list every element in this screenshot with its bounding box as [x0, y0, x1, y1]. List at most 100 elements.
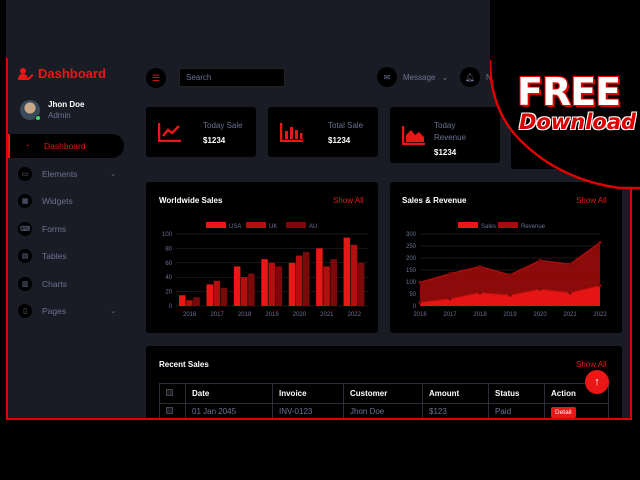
bar: [193, 297, 200, 306]
y-tick-label: 80: [165, 246, 172, 252]
y-tick-label: 100: [162, 232, 173, 238]
tachometer-icon: ◔: [20, 139, 34, 153]
bar: [248, 273, 255, 306]
sales-revenue-chart: Sales Revenue 0 50 100 150 200 250 300 2016 2017 20…: [406, 222, 607, 318]
row-checkbox[interactable]: [159, 403, 186, 420]
online-status-dot: [35, 115, 41, 121]
sidebar-item-elements[interactable]: ▭ Elements ⌄: [8, 162, 124, 186]
chevron-down-icon: ⌄: [110, 170, 116, 178]
data-point: [598, 240, 602, 244]
x-tick-label: 2022: [348, 312, 362, 318]
legend-swatch: [286, 222, 306, 228]
y-tick-label: 100: [406, 280, 417, 286]
bar: [323, 266, 330, 306]
x-tick-label: 2022: [593, 312, 607, 318]
sidebar-item-pages[interactable]: ▯ Pages ⌄: [8, 299, 124, 323]
chart-bar-icon: ▥: [18, 276, 32, 291]
bar: [268, 262, 275, 306]
chevron-down-icon: ⌄: [110, 308, 116, 315]
x-tick-label: 2017: [210, 312, 224, 318]
chevron-down-icon: ⌄: [441, 72, 449, 82]
recent-sales-show-all-link[interactable]: Show All: [576, 360, 607, 369]
detail-button[interactable]: Detail: [551, 407, 576, 418]
x-tick-label: 2018: [238, 312, 252, 318]
bar: [206, 284, 213, 306]
table-icon: ▤: [18, 249, 32, 263]
search-input[interactable]: [179, 68, 285, 87]
table-row: 01 Jan 2045 INV-0123 Jhon Doe $123 Paid …: [159, 403, 609, 420]
bar: [213, 280, 221, 306]
data-point: [418, 300, 422, 304]
bar: [295, 255, 303, 306]
message-dropdown[interactable]: ✉ Message ⌄: [377, 67, 448, 87]
sidebar-nav: ◔ Dashboard ▭ Elements ⌄ ▦ Widgets ⌨ For…: [8, 134, 124, 327]
notification-dropdown[interactable]: 🔔︎ N: [460, 67, 492, 87]
table-cell-status: Paid: [488, 403, 545, 420]
sidebar-item-forms[interactable]: ⌨ Forms: [8, 217, 124, 241]
file-icon: ▯: [18, 304, 32, 318]
bar: [357, 262, 365, 306]
data-point: [598, 284, 602, 288]
data-point: [448, 272, 452, 276]
th-icon: ▦: [18, 194, 32, 208]
select-all-checkbox[interactable]: [159, 383, 186, 404]
avatar: [20, 100, 41, 121]
user-edit-icon: [18, 67, 34, 80]
stat-value: $1234: [328, 136, 351, 145]
data-point: [538, 287, 542, 291]
legend-swatch: [498, 222, 518, 228]
column-header: Customer: [343, 383, 423, 404]
sidebar-item-widgets[interactable]: ▦ Widgets: [8, 189, 124, 213]
x-tick-label: 2020: [293, 312, 307, 318]
y-tick-label: 60: [165, 261, 172, 267]
bar: [261, 259, 268, 306]
data-point: [568, 262, 572, 266]
bar: [179, 295, 186, 306]
sidebar-item-dashboard[interactable]: ◔ Dashboard: [8, 134, 124, 158]
column-header: Status: [488, 383, 545, 404]
bar: [241, 277, 248, 306]
brand-name: Dashboard: [38, 66, 106, 81]
x-tick-label: 2021: [320, 312, 334, 318]
x-tick-label: 2019: [265, 312, 279, 318]
stat-card-total-sale: Total Sale $1234: [268, 107, 378, 157]
worldwide-show-all-link[interactable]: Show All: [333, 196, 364, 205]
sales-revenue-title: Sales & Revenue: [402, 196, 467, 205]
sales-revenue-show-all-link[interactable]: Show All: [576, 196, 607, 205]
stat-card-today-revenue: Today Revenue $1234: [390, 107, 500, 163]
keyboard-icon: ⌨: [18, 221, 32, 236]
legend-swatch: [458, 222, 478, 228]
stat-card-today-sale: Today Sale $1234: [146, 107, 256, 157]
sidebar-toggle-button[interactable]: ☰: [146, 68, 166, 88]
bar: [316, 248, 323, 306]
stat-label: Today Sale: [203, 121, 243, 130]
column-header: Invoice: [272, 383, 344, 404]
y-tick-label: 20: [165, 290, 172, 296]
envelope-icon: ✉: [377, 67, 397, 87]
worldwide-sales-chart: USA UK AU 0 20 40 60 80 100 2016 2017 2018 2019 2020 2…: [162, 222, 368, 318]
x-tick-label: 2016: [183, 312, 197, 318]
column-header: Date: [185, 383, 273, 404]
bar: [288, 262, 296, 306]
data-point: [478, 291, 482, 295]
table-cell-customer: Jhon Doe: [343, 403, 423, 420]
sidebar-item-label: Elements: [42, 168, 78, 179]
profile-role: Admin: [48, 111, 71, 120]
data-point: [418, 280, 422, 284]
table-cell-invoice: INV-0123: [272, 403, 344, 420]
user-profile[interactable]: Jhon Doe Admin: [20, 100, 84, 121]
column-header: Amount: [422, 383, 489, 404]
sidebar-item-charts[interactable]: ▥ Charts: [8, 272, 124, 296]
x-tick-label: 2020: [533, 312, 547, 318]
bar: [302, 252, 310, 306]
data-point: [538, 258, 542, 262]
sidebar-item-tables[interactable]: ▤ Tables: [8, 244, 124, 268]
legend-label: UK: [269, 224, 277, 230]
chart-area-icon: [402, 126, 425, 145]
x-tick-label: 2021: [563, 312, 577, 318]
brand-logo[interactable]: Dashboard: [18, 66, 106, 81]
y-tick-label: 250: [406, 244, 417, 250]
back-to-top-button[interactable]: ↑: [585, 370, 609, 394]
legend-swatch: [246, 222, 266, 228]
promo-free-text: FREE: [517, 70, 621, 114]
